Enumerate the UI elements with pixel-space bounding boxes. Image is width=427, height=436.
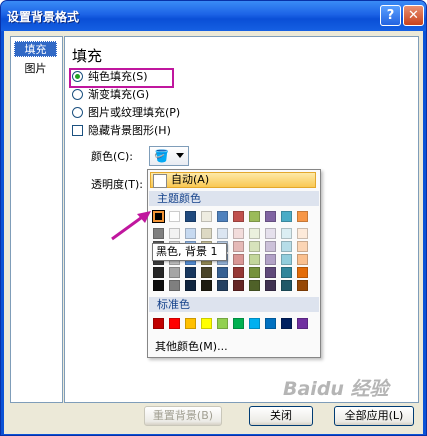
hide-bg-option[interactable]: 隐藏背景图形(H) [72,123,171,139]
gradient-fill-option[interactable]: 渐变填充(G) [72,87,149,103]
hide-bg-checkbox[interactable] [72,125,83,136]
nav-item-fill[interactable]: 填充 [14,41,57,57]
theme-shade-swatch[interactable] [297,241,308,252]
theme-shade-swatch[interactable] [281,267,292,278]
theme-shade-swatch[interactable] [169,228,180,239]
format-background-dialog: 设置背景格式 ? ✕ 填充 图片 填充 纯色填充(S) 渐变填充(G) 图片或纹… [0,0,427,436]
theme-colors-header: 主题颜色 [149,191,319,206]
theme-shade-swatch[interactable] [201,228,212,239]
theme-shade-swatch[interactable] [217,228,228,239]
transparency-label: 透明度(T): [91,178,144,191]
theme-shade-swatch[interactable] [233,267,244,278]
theme-shade-swatch[interactable] [185,228,196,239]
standard-swatch[interactable] [281,318,292,329]
reset-background-button[interactable]: 重置背景(B) [144,406,222,426]
automatic-swatch [153,174,167,188]
standard-swatch[interactable] [233,318,244,329]
theme-shade-swatch[interactable] [281,241,292,252]
theme-shade-swatch[interactable] [281,280,292,291]
standard-swatch[interactable] [217,318,228,329]
gradient-fill-label: 渐变填充(G) [88,88,150,101]
theme-shade-swatch[interactable] [297,254,308,265]
category-list: 填充 图片 [10,36,63,403]
standard-swatch[interactable] [169,318,180,329]
standard-swatch[interactable] [265,318,276,329]
theme-swatch[interactable] [152,210,165,223]
color-picker-button[interactable]: 🪣 [149,146,189,166]
color-tooltip: 黑色, 背景 1 [152,243,227,261]
close-button[interactable]: 关闭 [249,406,313,426]
gradient-fill-radio[interactable] [72,89,83,100]
chevron-down-icon [176,153,184,158]
theme-shade-swatch[interactable] [233,254,244,265]
theme-shade-swatch[interactable] [169,280,180,291]
help-button[interactable]: ? [380,5,401,26]
picture-fill-label: 图片或纹理填充(P) [88,106,181,119]
theme-shade-swatch[interactable] [201,280,212,291]
theme-shade-swatch[interactable] [297,280,308,291]
theme-swatch[interactable] [265,211,276,222]
section-title: 填充 [72,47,103,65]
picture-fill-option[interactable]: 图片或纹理填充(P) [72,105,180,121]
theme-shade-swatch[interactable] [281,254,292,265]
theme-shade-swatch[interactable] [249,241,260,252]
theme-shade-swatch[interactable] [249,267,260,278]
hide-bg-label: 隐藏背景图形(H) [88,124,171,137]
theme-shade-swatch[interactable] [201,267,212,278]
theme-shade-swatch[interactable] [217,280,228,291]
theme-shade-swatch[interactable] [153,267,164,278]
theme-shade-swatch[interactable] [265,228,276,239]
highlight-annotation [69,68,174,88]
standard-swatch[interactable] [249,318,260,329]
theme-shade-swatch[interactable] [233,228,244,239]
close-window-button[interactable]: ✕ [403,5,424,26]
theme-shade-swatch[interactable] [169,267,180,278]
automatic-color-item[interactable]: 自动(A) [150,172,316,188]
apply-all-button[interactable]: 全部应用(L) [334,406,414,426]
theme-shade-swatch[interactable] [185,267,196,278]
paint-bucket-icon: 🪣 [154,149,169,163]
theme-swatch[interactable] [297,211,308,222]
theme-shade-swatch[interactable] [233,241,244,252]
title-bar[interactable]: 设置背景格式 ? ✕ [1,1,426,31]
theme-swatch[interactable] [233,211,244,222]
theme-shade-swatch[interactable] [233,280,244,291]
theme-shade-swatch[interactable] [265,280,276,291]
theme-swatch[interactable] [217,211,228,222]
theme-shade-swatch[interactable] [185,280,196,291]
theme-shade-swatch[interactable] [153,228,164,239]
theme-shade-swatch[interactable] [249,254,260,265]
theme-swatch[interactable] [169,211,180,222]
theme-shade-swatch[interactable] [297,228,308,239]
theme-shade-swatch[interactable] [265,241,276,252]
theme-swatch[interactable] [281,211,292,222]
pointer-arrow-annotation [111,211,151,241]
watermark-logo: Baidu 经验 [283,378,389,400]
theme-shade-swatch[interactable] [153,280,164,291]
automatic-label: 自动(A) [171,173,210,186]
theme-swatch[interactable] [249,211,260,222]
color-label: 颜色(C): [91,150,133,163]
theme-shade-swatch[interactable] [265,267,276,278]
theme-shade-swatch[interactable] [265,254,276,265]
standard-swatch[interactable] [201,318,212,329]
color-palette-dropdown: 自动(A) 主题颜色 标准色 其他颜色(M)... [147,169,321,358]
standard-swatch[interactable] [153,318,164,329]
theme-shade-swatch[interactable] [249,280,260,291]
theme-shade-swatch[interactable] [281,228,292,239]
theme-swatch[interactable] [201,211,212,222]
theme-shade-swatch[interactable] [297,267,308,278]
standard-swatch[interactable] [297,318,308,329]
picture-fill-radio[interactable] [72,107,83,118]
nav-item-picture[interactable]: 图片 [14,61,57,77]
dialog-title: 设置背景格式 [7,10,80,24]
standard-swatch[interactable] [185,318,196,329]
theme-shade-swatch[interactable] [249,228,260,239]
theme-swatch[interactable] [185,211,196,222]
more-colors-item[interactable]: 其他颜色(M)... [155,340,228,354]
standard-colors-header: 标准色 [149,297,319,312]
theme-shade-swatch[interactable] [217,267,228,278]
